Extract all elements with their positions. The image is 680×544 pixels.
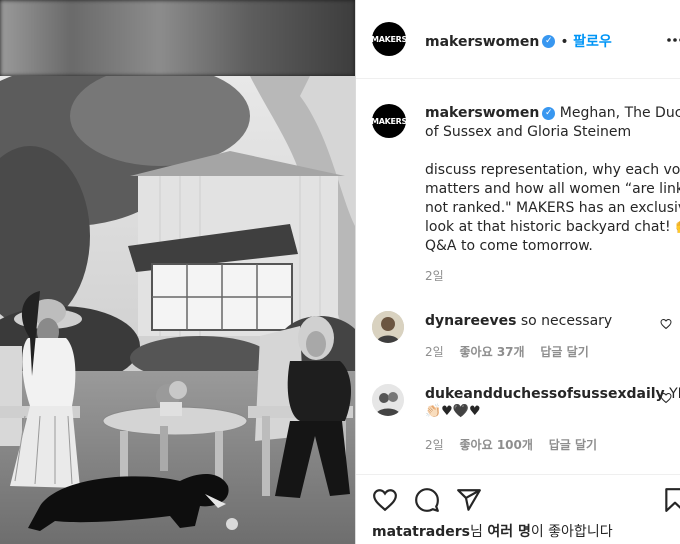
likes-suffix1: 님 — [469, 524, 488, 540]
author-avatar[interactable]: MAKERS — [371, 22, 407, 56]
caption-author-username[interactable]: makerswomen — [425, 105, 539, 121]
comment-2-meta: 2일 좋아요 100개 답글 달기 — [425, 436, 609, 453]
caption-text-line1: Meghan, The Duches — [559, 105, 680, 121]
heart-icon[interactable] — [372, 487, 398, 513]
verified-badge-icon: ✓ — [542, 106, 556, 120]
reply-button[interactable]: 답글 달기 — [549, 438, 597, 452]
caption-body-line: not ranked." MAKERS has an exclusive — [425, 200, 680, 216]
comment-text: so necessary — [520, 313, 613, 329]
verified-badge-icon: ✓ — [542, 35, 556, 48]
commenter-avatar[interactable] — [372, 311, 404, 343]
reply-button[interactable]: 답글 달기 — [540, 345, 588, 359]
comment-1-meta: 2일 좋아요 37개 답글 달기 — [425, 343, 601, 360]
caption-author-avatar[interactable]: MAKERS — [371, 104, 407, 138]
follow-button[interactable]: 팔로우 — [573, 34, 612, 50]
comment-username[interactable]: dukeandduchessofsussexdaily — [425, 386, 665, 402]
comment-username[interactable]: dynareeves — [425, 313, 516, 329]
caption-first-line: makerswomen✓ Meghan, The Duches — [425, 104, 680, 123]
likes-others-link[interactable]: 여러 명 — [487, 524, 531, 540]
heart-icon[interactable] — [660, 392, 672, 404]
author-username[interactable]: makerswomen — [425, 34, 539, 50]
caption-body-line: Q&A to come tomorrow. — [425, 238, 593, 254]
liker-username[interactable]: matatraders — [372, 524, 470, 540]
likes-suffix2: 이 좋아합니다 — [530, 524, 613, 540]
caption-text-line2: of Sussex and Gloria Steinem — [425, 124, 632, 140]
more-options-icon[interactable] — [664, 30, 680, 50]
comment-2: dukeandduchessofsussexdaily YES! — [425, 386, 680, 402]
comment-emoji: 👏🏻♥🖤♥ — [425, 404, 481, 419]
header-user-line: makerswomen ✓ • 팔로우 — [425, 31, 612, 51]
caption-body-line: look at that historic backyard chat! 🙌 — [425, 219, 680, 235]
heart-icon[interactable] — [660, 318, 672, 330]
caption-body-line: matters and how all women “are linked, — [425, 181, 680, 197]
likes-summary: matatraders님 여러 명이 좋아합니다 — [372, 521, 613, 541]
comment-icon[interactable] — [414, 487, 440, 513]
comment-timestamp[interactable]: 2일 — [425, 438, 444, 452]
post-photo-pane — [0, 0, 355, 544]
post-image — [0, 76, 355, 544]
commenter-avatar[interactable] — [372, 384, 404, 416]
share-icon[interactable] — [456, 487, 482, 513]
caption-body-line: discuss representation, why each vote — [425, 162, 680, 178]
comment-likes[interactable]: 좋아요 37개 — [460, 345, 525, 359]
caption-timestamp[interactable]: 2일 — [425, 267, 680, 286]
dot-separator: • — [560, 34, 574, 50]
post-caption: makerswomen✓ Meghan, The Duches of Susse… — [425, 104, 680, 286]
bookmark-icon[interactable] — [664, 487, 680, 513]
comment-likes[interactable]: 좋아요 100개 — [460, 438, 533, 452]
post-header: MAKERS makerswomen ✓ • 팔로우 — [356, 0, 680, 79]
action-bar — [356, 474, 680, 525]
comment-1: dynareeves so necessary — [425, 313, 612, 329]
blurred-image-band — [0, 0, 355, 76]
post-details-panel: MAKERS makerswomen ✓ • 팔로우 MAKERS makersw… — [356, 0, 680, 544]
comment-timestamp[interactable]: 2일 — [425, 345, 444, 359]
